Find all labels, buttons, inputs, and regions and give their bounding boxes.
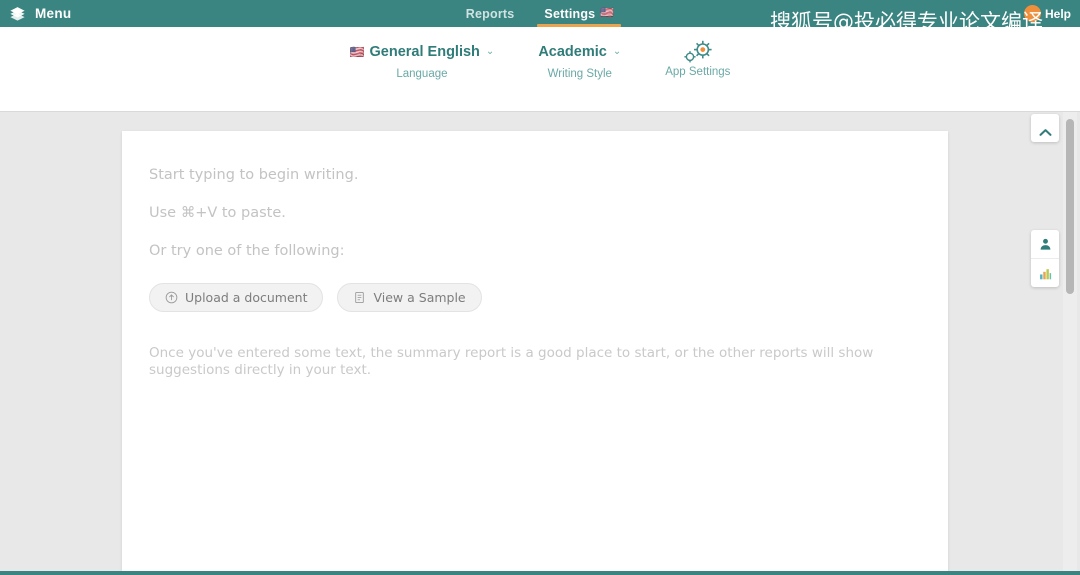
bar-chart-icon <box>1038 266 1053 281</box>
language-selector[interactable]: 🇺🇸 General English ⌄ Language <box>350 41 495 80</box>
document-icon <box>353 291 366 304</box>
app-settings-button[interactable]: App Settings <box>665 39 731 78</box>
placeholder-line-3: Or try one of the following: <box>149 243 345 260</box>
view-sample-button[interactable]: View a Sample <box>337 283 482 313</box>
top-nav-items: Reports Settings 🇺🇸 <box>0 0 1080 27</box>
us-flag-icon: 🇺🇸 <box>600 7 615 19</box>
gears-icon <box>682 39 714 65</box>
editor-workspace: Start typing to begin writing. Use ⌘+V t… <box>0 112 1080 571</box>
nav-tab-settings[interactable]: Settings 🇺🇸 <box>537 0 622 27</box>
app-settings-label: App Settings <box>665 66 731 78</box>
person-icon <box>1038 237 1053 252</box>
settings-toolbar: 🇺🇸 General English ⌄ Language Academic ⌄… <box>0 27 1080 112</box>
editor-action-buttons: Upload a document View a Sample <box>149 283 908 313</box>
text-editor-area[interactable]: Start typing to begin writing. Use ⌘+V t… <box>149 165 908 378</box>
chevron-up-icon <box>1038 124 1052 136</box>
upload-document-label: Upload a document <box>185 290 308 306</box>
writing-style-selector[interactable]: Academic ⌄ Writing Style <box>538 41 621 80</box>
top-navigation-bar: Menu Reports Settings 🇺🇸 Help <box>0 0 1080 27</box>
reports-panel-button[interactable] <box>1031 258 1059 287</box>
chevron-down-icon: ⌄ <box>485 46 495 57</box>
nav-tab-reports-label: Reports <box>465 6 515 21</box>
view-sample-label: View a Sample <box>373 290 466 306</box>
language-label: Language <box>396 68 448 80</box>
placeholder-line-1: Start typing to begin writing. <box>149 167 359 183</box>
app-window: Menu Reports Settings 🇺🇸 Help 🇺🇸 General… <box>0 0 1080 575</box>
account-panel-button[interactable] <box>1031 230 1059 258</box>
placeholder-line-2: Use ⌘+V to paste. <box>149 205 286 222</box>
collapse-panel-button[interactable] <box>1031 114 1059 142</box>
upload-circle-icon <box>165 291 178 304</box>
writing-style-label: Writing Style <box>547 68 612 80</box>
help-label: Help <box>1044 6 1071 21</box>
nav-tab-reports[interactable]: Reports <box>466 0 515 27</box>
help-button[interactable]: Help <box>1023 0 1071 27</box>
upload-document-button[interactable]: Upload a document <box>149 283 324 313</box>
bottom-accent-bar <box>0 571 1080 575</box>
help-circle-icon <box>1023 5 1041 22</box>
vertical-scrollbar[interactable] <box>1063 112 1077 571</box>
chevron-down-icon: ⌄ <box>612 46 622 57</box>
us-flag-icon: 🇺🇸 <box>349 45 365 59</box>
language-value: General English <box>369 44 480 60</box>
editor-hint-text: Once you've entered some text, the summa… <box>149 345 874 378</box>
scrollbar-thumb[interactable] <box>1066 119 1074 294</box>
document-page[interactable]: Start typing to begin writing. Use ⌘+V t… <box>122 131 948 571</box>
writing-style-value: Academic <box>538 44 607 60</box>
side-panel-buttons <box>1031 230 1059 287</box>
nav-tab-settings-label: Settings <box>544 6 596 21</box>
